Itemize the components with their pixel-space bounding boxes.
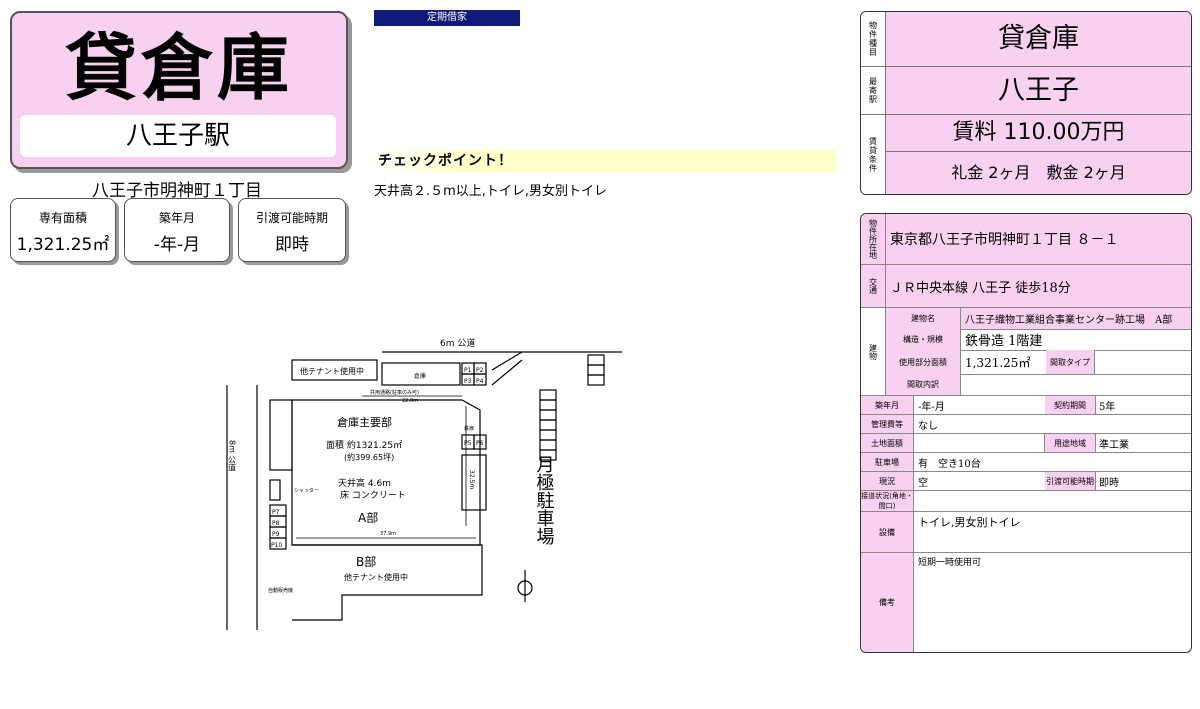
location-value: 東京都八王子市明神町１丁目 ８－１	[886, 214, 1191, 264]
plan-p4: P4	[476, 378, 484, 385]
area-value: 1,321.25㎡	[961, 350, 1050, 374]
plan-p7: P7	[272, 509, 280, 516]
transit-value: ＪＲ中央本線 八王子 徒歩18分	[886, 265, 1191, 307]
plan-p10: P10	[271, 542, 282, 549]
stat-built: 築年月 -年-月	[124, 198, 230, 262]
zoning-label: 用途地域	[1045, 434, 1096, 452]
summary-box: 物件種目 貸倉庫 最寄駅 八王子 賃貸条件 賃料 110.00万円 礼金 2ヶ月…	[860, 11, 1192, 195]
plan-floor: 床 コンクリート	[340, 489, 406, 501]
stat-area-label: 専有面積	[38, 211, 87, 225]
plan-p6: P6	[476, 440, 484, 447]
plan-p3: P3	[464, 378, 472, 385]
status-value: 空	[914, 472, 1049, 490]
plan-bike: 自動販売機	[268, 587, 293, 594]
plan-p1: P1	[464, 367, 472, 374]
plan-p5: P5	[464, 440, 472, 447]
rent-value: 賃料 110.00万円	[886, 115, 1191, 152]
handover-value: 即時	[1099, 477, 1119, 489]
floor-plan: 6m 公道 他テナント使用中 倉庫 P1 P2 P3 P4 共用通路(駐車のみ可…	[226, 337, 622, 630]
area-label: 使用部分面積	[886, 350, 961, 374]
checkpoint-body: 天井高２.５m以上,トイレ,男女別トイレ	[374, 184, 608, 199]
location-label: 物件所在地	[861, 214, 886, 264]
type-value: 貸倉庫	[886, 12, 1191, 67]
terms-label: 賃貸条件	[861, 115, 886, 194]
stat-area: 専有面積 1,321.25㎡	[10, 198, 116, 262]
stat-area-value: 1,321.25㎡	[16, 235, 110, 255]
plan-other-tenant-top: 他テナント使用中	[300, 366, 364, 376]
transit-label: 交通	[861, 265, 886, 307]
stat-built-value: -年-月	[153, 235, 201, 255]
plan-part-a: A部	[358, 510, 378, 525]
land-label: 土地面積	[861, 434, 914, 452]
plan-dim-22: 22.0m	[402, 398, 418, 404]
plan-parking-label: 月極駐車場	[534, 455, 555, 546]
plan-ceiling: 天井高 4.6m	[338, 477, 391, 489]
plan-door: 鉄扉	[464, 425, 474, 432]
plan-other-tenant-b: 他テナント使用中	[344, 572, 408, 582]
road-label: 接道状況(角地・間口)	[861, 491, 914, 511]
zoning-value: 準工業	[1099, 439, 1129, 451]
plan-p8: P8	[272, 520, 280, 527]
type-label: 物件種目	[861, 12, 886, 67]
stat-handover-label: 引渡可能時期	[255, 211, 328, 225]
building-name: 八王子織物工業組合事業センター跡工場 A部	[961, 308, 1191, 329]
facilities-value: トイレ,男女別トイレ	[918, 516, 1021, 529]
plan-main-area: 面積 約1321.25㎡	[326, 439, 402, 451]
building-label: 建物	[861, 308, 886, 395]
plan-main-title: 倉庫主要部	[337, 415, 392, 429]
plan-p2: P2	[476, 367, 484, 374]
plan-main-tsubo: (約399.65坪)	[344, 452, 394, 462]
deposit-value: 礼金 2ヶ月 敷金 2ヶ月	[886, 152, 1191, 194]
mgmt-value: なし	[918, 420, 938, 432]
parking-value: 有 空き10台	[918, 458, 981, 470]
stat-handover: 引渡可能時期 即時	[238, 198, 346, 262]
plan-road-top: 6m 公道	[440, 337, 475, 349]
mgmt-label: 管理費等	[861, 415, 914, 433]
plan-shared-path: 共用通路(駐車のみ可)	[370, 389, 419, 396]
stat-built-label: 築年月	[158, 211, 195, 225]
plan-part-b: B部	[356, 554, 376, 569]
remarks-value: 短期一時使用可	[918, 558, 982, 568]
plan-road-left: 8m 公道	[228, 440, 237, 472]
built-label: 築年月	[861, 396, 914, 414]
built-value: -年-月	[914, 396, 1049, 414]
station-title: 八王子駅	[20, 115, 336, 157]
facilities-label: 設備	[861, 512, 914, 552]
station-label: 最寄駅	[861, 67, 886, 115]
property-type-title: 貸倉庫	[64, 26, 293, 110]
plan-dim-37: 37.9m	[380, 531, 396, 537]
plan-dim-32: 32.5m	[468, 470, 475, 489]
contract-value: 5年	[1099, 401, 1116, 413]
layout-detail-label: 間取内訳	[886, 374, 961, 395]
parking-label: 駐車場	[861, 453, 914, 471]
status-label: 現況	[861, 472, 914, 490]
stat-handover-value: 即時	[275, 235, 309, 255]
handover-label: 引渡可能時期	[1045, 472, 1096, 490]
structure-value: 鉄骨造 1階建	[965, 334, 1043, 349]
checkpoint-title: チェックポイント！	[372, 150, 836, 172]
building-name-label: 建物名	[886, 308, 961, 329]
plan-p9: P9	[272, 531, 280, 538]
contract-label: 契約期間	[1045, 396, 1096, 414]
plan-warehouse-small: 倉庫	[414, 372, 426, 380]
structure-label: 構造・規模	[886, 329, 961, 350]
fixed-term-badge: 定期借家	[374, 10, 520, 26]
plan-shutter: シャッター	[294, 487, 319, 494]
title-card: 貸倉庫 八王子駅	[10, 11, 348, 169]
layout-type-label: 間取タイプ	[1046, 350, 1095, 374]
remarks-label: 備考	[861, 553, 914, 652]
detail-table: 物件所在地 東京都八王子市明神町１丁目 ８－１ 交通 ＪＲ中央本線 八王子 徒歩…	[860, 213, 1192, 653]
station-value: 八王子	[886, 67, 1191, 115]
